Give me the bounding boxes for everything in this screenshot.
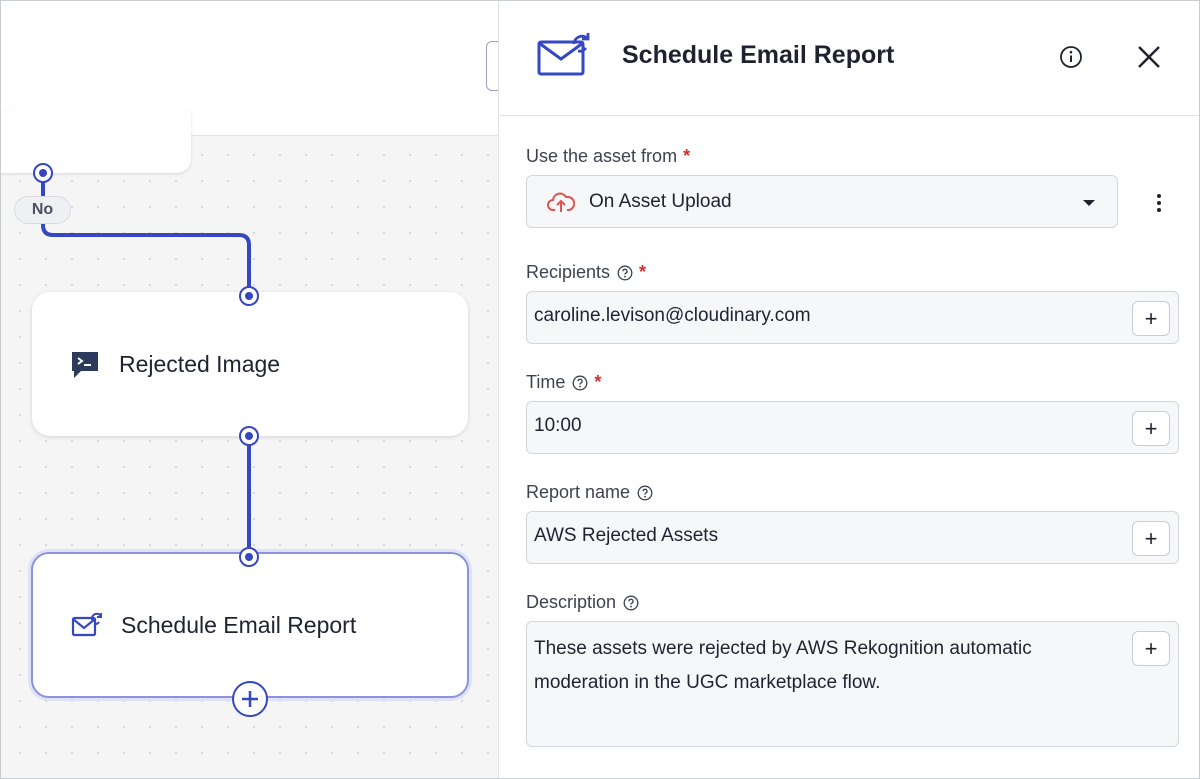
terminal-icon bbox=[72, 352, 98, 378]
settings-panel: Schedule Email Report Use the asset from… bbox=[498, 0, 1200, 779]
description-value: These assets were rejected by AWS Rekogn… bbox=[534, 638, 1032, 693]
asset-source-value: On Asset Upload bbox=[589, 190, 732, 212]
recipients-value: caroline.levison@cloudinary.com bbox=[534, 305, 811, 326]
recipients-field[interactable]: caroline.levison@cloudinary.com + bbox=[526, 291, 1179, 344]
email-schedule-icon bbox=[71, 612, 102, 637]
cloud-upload-icon bbox=[547, 192, 575, 212]
email-schedule-icon bbox=[537, 33, 590, 76]
output-port[interactable] bbox=[33, 163, 53, 183]
more-options-icon[interactable] bbox=[1144, 190, 1174, 216]
report-name-value: AWS Rejected Assets bbox=[534, 525, 719, 546]
chevron-down-icon bbox=[1083, 200, 1095, 206]
help-icon[interactable] bbox=[637, 485, 653, 501]
info-icon[interactable] bbox=[1059, 45, 1083, 69]
report-name-field[interactable]: AWS Rejected Assets + bbox=[526, 511, 1179, 564]
time-label: Time * bbox=[526, 372, 602, 392]
add-step-button[interactable] bbox=[232, 681, 268, 717]
add-time-button[interactable]: + bbox=[1132, 411, 1170, 446]
recipients-label: Recipients * bbox=[526, 262, 647, 282]
help-icon[interactable] bbox=[617, 265, 633, 281]
asset-source-label: Use the asset from * bbox=[526, 146, 691, 166]
report-name-label: Report name bbox=[526, 482, 653, 503]
required-marker: * bbox=[594, 372, 602, 392]
help-icon[interactable] bbox=[572, 375, 588, 391]
connection-no-branch bbox=[41, 173, 251, 295]
add-description-button[interactable]: + bbox=[1132, 631, 1170, 666]
description-label: Description bbox=[526, 592, 639, 613]
help-icon[interactable] bbox=[623, 595, 639, 611]
asset-source-select[interactable]: On Asset Upload bbox=[526, 175, 1118, 228]
description-field[interactable]: These assets were rejected by AWS Rekogn… bbox=[526, 621, 1179, 747]
workflow-canvas[interactable]: No Rejected Image Schedule Email Report bbox=[0, 0, 500, 779]
add-report-name-button[interactable]: + bbox=[1132, 521, 1170, 556]
add-recipient-button[interactable]: + bbox=[1132, 301, 1170, 336]
input-port[interactable] bbox=[239, 547, 259, 567]
plus-icon bbox=[242, 691, 258, 707]
time-value: 10:00 bbox=[534, 415, 582, 436]
time-field[interactable]: 10:00 + bbox=[526, 401, 1179, 454]
node-label: Rejected Image bbox=[119, 350, 281, 377]
required-marker: * bbox=[683, 146, 691, 166]
output-port[interactable] bbox=[239, 426, 259, 446]
panel-title: Schedule Email Report bbox=[622, 41, 895, 69]
input-port[interactable] bbox=[239, 286, 259, 306]
required-marker: * bbox=[639, 262, 647, 282]
panel-header: Schedule Email Report bbox=[499, 1, 1199, 116]
node-label: Schedule Email Report bbox=[121, 611, 357, 638]
branch-label-no[interactable]: No bbox=[14, 196, 71, 224]
node-rejected-image[interactable]: Rejected Image bbox=[32, 292, 468, 436]
node-schedule-email-report[interactable]: Schedule Email Report bbox=[31, 552, 469, 698]
close-icon[interactable] bbox=[1135, 43, 1163, 71]
